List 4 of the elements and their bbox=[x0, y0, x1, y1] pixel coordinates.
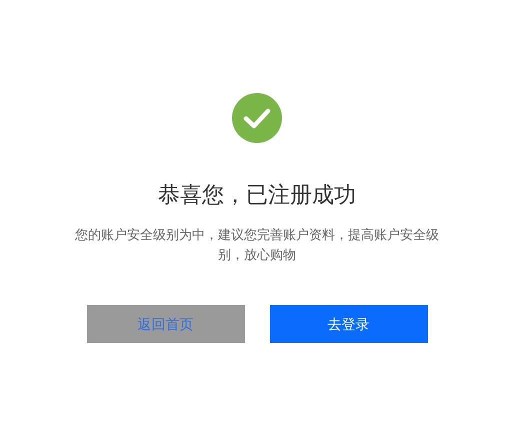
check-circle-icon bbox=[232, 93, 282, 143]
success-title: 恭喜您，已注册成功 bbox=[158, 181, 356, 209]
security-message: 您的账户安全级别为中，建议您完善账户资料，提高账户安全级别，放心购物 bbox=[74, 226, 440, 264]
login-button[interactable]: 去登录 bbox=[270, 305, 428, 343]
